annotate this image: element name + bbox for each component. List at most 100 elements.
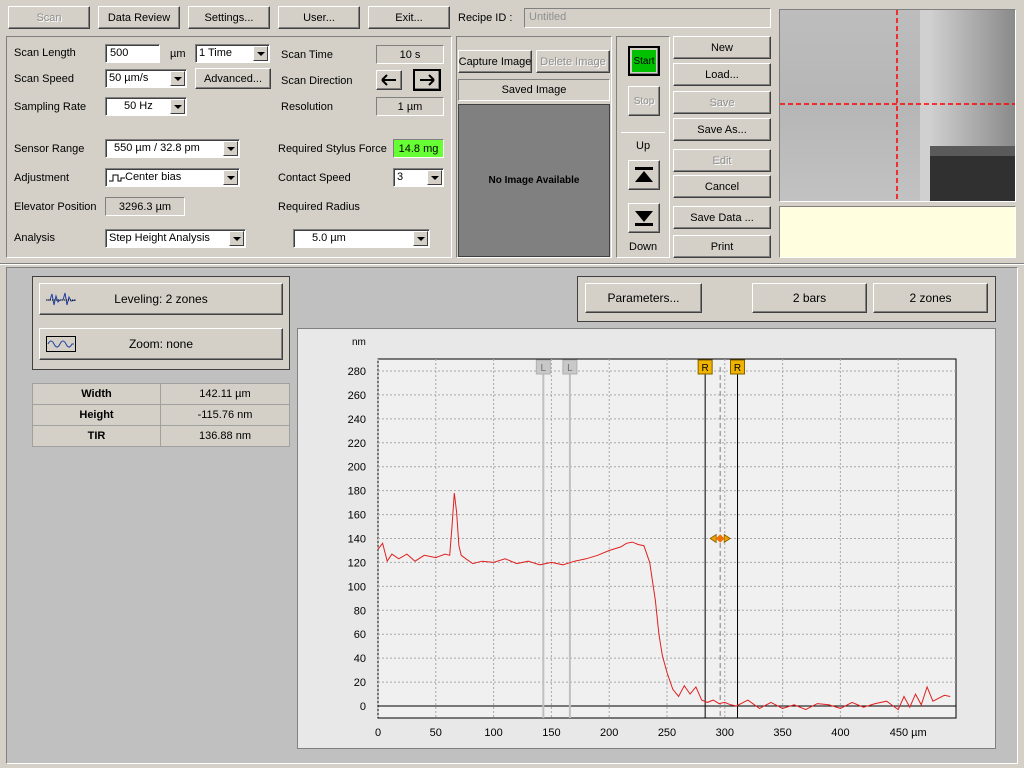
x-tick-label: 0 <box>375 727 381 739</box>
marker-label: L <box>541 363 547 374</box>
zones-button[interactable]: 2 zones <box>873 283 988 313</box>
profile-chart[interactable]: 0 20 40 60 80 100 120 140 160 180 200 220 240 260 280 0… <box>298 329 995 748</box>
scan-button[interactable]: Scan <box>8 6 90 29</box>
save-as-button[interactable]: Save As... <box>673 118 771 141</box>
divider <box>621 132 665 133</box>
y-tick-label: 200 <box>348 462 366 474</box>
sampling-rate-select[interactable]: 50 Hz <box>105 97 187 116</box>
chevron-down-icon <box>229 231 244 246</box>
saved-image-label: Saved Image <box>458 79 610 101</box>
scan-length-unit: µm <box>170 48 186 60</box>
y-tick-label: 280 <box>348 366 366 378</box>
marker-label: R <box>702 363 709 374</box>
y-tick-label: 80 <box>354 605 366 617</box>
arrow-up-icon <box>635 167 653 182</box>
stage-down-button[interactable] <box>628 203 660 233</box>
x-tick-label: 300 <box>716 727 734 739</box>
y-tick-label: 160 <box>348 510 366 522</box>
new-recipe-button[interactable]: New <box>673 36 771 59</box>
no-image-text: No Image Available <box>488 175 580 186</box>
y-tick-label: 20 <box>354 677 366 689</box>
arrow-left-icon <box>381 74 396 86</box>
contact-speed-value: 3 <box>397 171 404 183</box>
x-tick-label: 400 <box>831 727 849 739</box>
scan-speed-select[interactable]: 50 µm/s <box>105 69 187 88</box>
scan-right-button[interactable] <box>413 69 441 91</box>
sampling-rate-value: 50 Hz <box>124 100 153 112</box>
camera-view[interactable] <box>779 9 1016 202</box>
required-radius-select[interactable]: 5.0 µm <box>293 229 430 248</box>
resolution-value: 1 µm <box>376 97 444 116</box>
status-message-box <box>779 206 1016 258</box>
load-recipe-button[interactable]: Load... <box>673 63 771 86</box>
scan-speed-label: Scan Speed <box>14 73 74 85</box>
repeat-count-select[interactable]: 1 Time <box>195 44 270 63</box>
contact-speed-select[interactable]: 3 <box>393 168 444 187</box>
saved-image-placeholder: No Image Available <box>458 104 610 257</box>
adjustment-select[interactable]: Center bias <box>105 168 240 187</box>
marker-label: R <box>734 363 741 374</box>
measurement-name: Width <box>32 383 161 405</box>
chevron-down-icon <box>170 71 185 86</box>
scan-length-input[interactable]: 500 <box>105 44 160 63</box>
recipe-id-field[interactable]: Untitled <box>524 8 771 28</box>
bars-button[interactable]: 2 bars <box>752 283 867 313</box>
settings-button[interactable]: Settings... <box>188 6 270 29</box>
scan-time-value: 10 s <box>376 45 444 64</box>
y-tick-label: 220 <box>348 438 366 450</box>
analysis-value: Step Height Analysis <box>109 232 210 244</box>
analysis-select[interactable]: Step Height Analysis <box>105 229 246 248</box>
measurement-value: -115.76 nm <box>160 404 290 426</box>
y-tick-label: 120 <box>348 557 366 569</box>
leveling-button[interactable]: Leveling: 2 zones <box>39 283 283 315</box>
x-tick-label: 450 µm <box>890 727 927 739</box>
elevator-position-value: 3296.3 µm <box>105 197 185 216</box>
sensor-range-select[interactable]: 550 µm / 32.8 pm <box>105 139 240 158</box>
required-radius-value: 5.0 µm <box>312 232 346 244</box>
user-button[interactable]: User... <box>278 6 360 29</box>
leveling-label: Leveling: 2 zones <box>114 292 208 306</box>
chevron-down-icon <box>223 141 238 156</box>
x-tick-label: 100 <box>484 727 502 739</box>
parameters-button[interactable]: Parameters... <box>585 283 702 313</box>
stylus-force-value: 14.8 mg <box>393 139 444 158</box>
zoom-button[interactable]: Zoom: none <box>39 328 283 360</box>
print-button[interactable]: Print <box>673 235 771 258</box>
resolution-label: Resolution <box>281 101 333 113</box>
required-radius-label: Required Radius <box>278 201 360 213</box>
save-recipe-button[interactable]: Save <box>673 91 771 114</box>
scan-speed-value: 50 µm/s <box>109 72 149 84</box>
x-tick-label: 350 <box>773 727 791 739</box>
analysis-label: Analysis <box>14 232 55 244</box>
stage-up-button[interactable] <box>628 160 660 190</box>
profile-chart-container[interactable]: 0 20 40 60 80 100 120 140 160 180 200 220 240 260 280 0… <box>297 328 996 749</box>
save-data-button[interactable]: Save Data ... <box>673 206 771 229</box>
y-tick-label: 240 <box>348 414 366 426</box>
exit-button[interactable]: Exit... <box>368 6 450 29</box>
stop-button[interactable]: Stop <box>628 86 660 116</box>
cancel-button[interactable]: Cancel <box>673 175 771 198</box>
scan-left-button[interactable] <box>376 70 402 90</box>
data-review-button[interactable]: Data Review <box>98 6 180 29</box>
start-label: Start <box>632 50 656 72</box>
stylus-force-label: Required Stylus Force <box>278 143 387 155</box>
sensor-range-value: 550 µm / 32.8 pm <box>114 142 200 154</box>
adjustment-value: Center bias <box>125 171 182 183</box>
sampling-rate-label: Sampling Rate <box>14 101 87 113</box>
start-button[interactable]: Start <box>628 46 660 76</box>
y-axis-label: nm <box>352 337 366 348</box>
y-tick-label: 40 <box>354 653 366 665</box>
edit-button[interactable]: Edit <box>673 149 771 172</box>
chevron-down-icon <box>253 46 268 61</box>
adjustment-label: Adjustment <box>14 172 70 184</box>
camera-image <box>780 10 1015 201</box>
capture-image-button[interactable]: Capture Image <box>458 50 532 73</box>
chevron-down-icon <box>413 231 428 246</box>
scan-direction-label: Scan Direction <box>281 75 353 87</box>
scan-time-label: Scan Time <box>281 49 333 61</box>
measurement-name: Height <box>32 404 161 426</box>
y-tick-label: 100 <box>348 581 366 593</box>
advanced-button[interactable]: Advanced... <box>195 68 271 89</box>
delete-image-button[interactable]: Delete Image <box>536 50 610 73</box>
zoom-label: Zoom: none <box>128 337 194 351</box>
